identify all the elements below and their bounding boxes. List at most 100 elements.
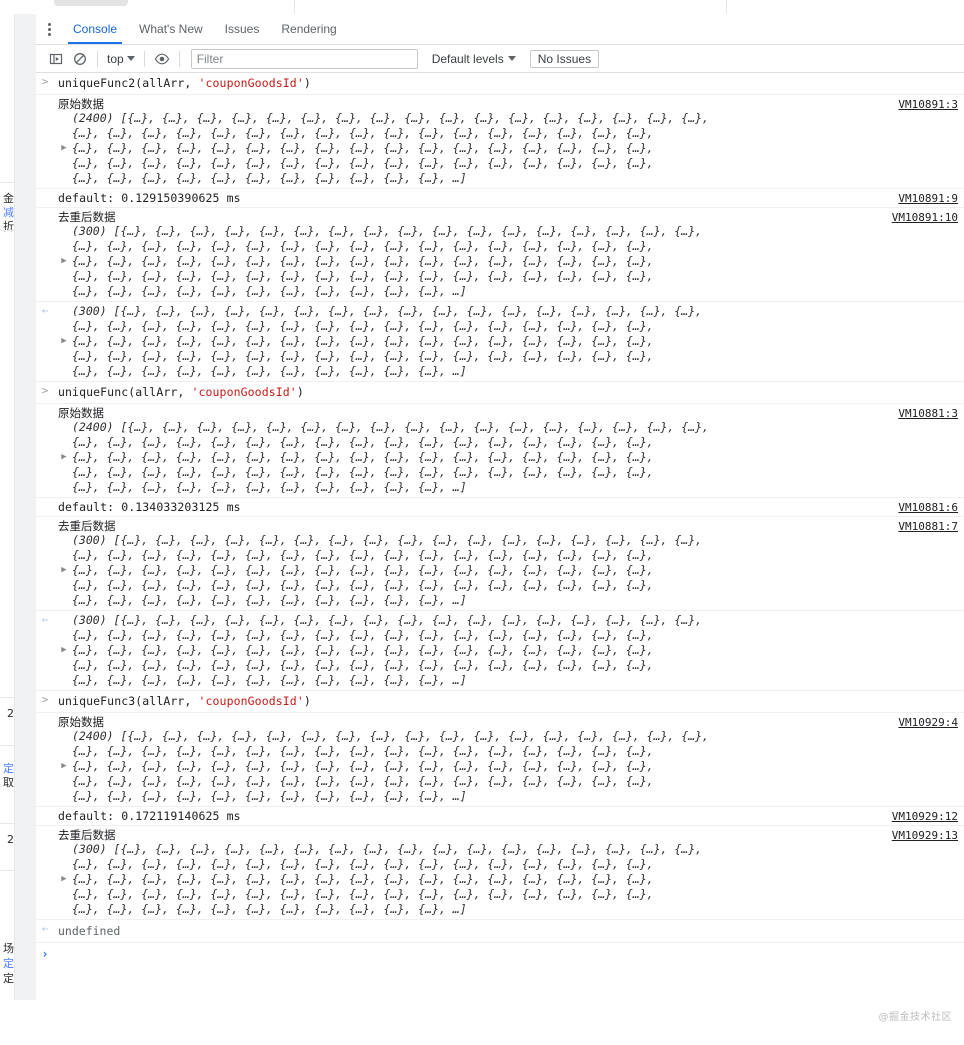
result-arrow-icon: ←	[41, 613, 49, 626]
console-timing-row: default: 0.129150390625 ms VM10891:9	[36, 189, 964, 208]
array-items: {…}, {…}, {…}, {…}, {…}, {…}, {…}, {…}, …	[72, 593, 467, 607]
array-preview-line: {…}, {…}, {…}, {…}, {…}, {…}, {…}, {…}, …	[58, 269, 958, 284]
array-items: {…}, {…}, {…}, {…}, {…}, {…}, {…}, {…}, …	[127, 420, 709, 434]
source-location-link[interactable]: VM10881:7	[898, 519, 958, 534]
source-location-link[interactable]: VM10881:3	[898, 406, 958, 421]
array-items: {…}, {…}, {…}, {…}, {…}, {…}, {…}, {…}, …	[72, 126, 654, 140]
console-output[interactable]: > uniqueFunc2(allArr, 'couponGoodsId') 原始数…	[36, 73, 964, 1045]
array-preview-line: {…}, {…}, {…}, {…}, {…}, {…}, {…}, {…}, …	[58, 789, 958, 804]
underlying-text-fragment: 定	[3, 957, 14, 970]
console-input-row: > uniqueFunc3(allArr, 'couponGoodsId')	[36, 691, 964, 713]
console-log-row: 去重后数据 (300) [{…}, {…}, {…}, {…}, {…}, {…}…	[36, 208, 964, 302]
array-items: {…}, {…}, {…}, {…}, {…}, {…}, {…}, {…}, …	[72, 789, 467, 803]
array-preview-line: {…}, {…}, {…}, {…}, {…}, {…}, {…}, {…}, …	[58, 171, 958, 186]
source-location-link[interactable]: VM10929:13	[892, 828, 958, 843]
array-items: {…}, {…}, {…}, {…}, {…}, {…}, {…}, {…}, …	[72, 284, 467, 298]
chevron-down-icon	[507, 56, 516, 61]
array-preview-line: {…}, {…}, {…}, {…}, {…}, {…}, {…}, {…}, …	[58, 349, 958, 364]
more-tools-kebab-icon[interactable]	[36, 14, 62, 44]
source-location-link[interactable]: VM10929:12	[892, 809, 958, 824]
execution-context-selector[interactable]: top	[103, 52, 139, 66]
array-items: {…}, {…}, {…}, {…}, {…}, {…}, {…}, {…}, …	[72, 902, 467, 916]
array-items: {…}, {…}, {…}, {…}, {…}, {…}, {…}, {…}, …	[72, 171, 467, 185]
console-result-value: undefined	[58, 924, 121, 938]
live-expression-eye-icon[interactable]	[150, 48, 174, 70]
tab-whats-new-label: What's New	[139, 22, 203, 36]
console-prompt-row[interactable]: ›	[36, 943, 964, 967]
underlying-divider	[0, 870, 14, 871]
tab-whats-new[interactable]: What's New	[128, 14, 214, 44]
array-items: {…}, {…}, {…}, {…}, {…}, {…}, {…}, {…}, …	[72, 254, 654, 268]
clear-console-icon[interactable]	[68, 48, 92, 70]
expand-array-triangle-icon[interactable]: ▶	[58, 334, 70, 349]
array-preview-line: {…}, {…}, {…}, {…}, {…}, {…}, {…}, {…}, …	[58, 643, 958, 658]
array-preview[interactable]: (300) [{…}, {…}, {…}, {…}, {…}, {…}, {…}…	[58, 224, 958, 299]
console-log-label: 原始数据	[58, 715, 104, 729]
array-items: {…}, {…}, {…}, {…}, {…}, {…}, {…}, {…}, …	[72, 759, 654, 773]
source-location-link[interactable]: VM10891:3	[898, 97, 958, 112]
expand-array-triangle-icon[interactable]: ▶	[58, 759, 70, 774]
array-preview-line: {…}, {…}, {…}, {…}, {…}, {…}, {…}, {…}, …	[58, 673, 958, 688]
tab-console-label: Console	[73, 22, 118, 36]
array-preview[interactable]: (2400) [{…}, {…}, {…}, {…}, {…}, {…}, {……	[58, 111, 958, 186]
devtools-tabbar: Console What's New Issues Rendering	[36, 14, 964, 45]
array-items: {…}, {…}, {…}, {…}, {…}, {…}, {…}, {…}, …	[72, 673, 467, 687]
expand-array-triangle-icon[interactable]: ▶	[58, 450, 70, 465]
expand-array-triangle-icon[interactable]: ▶	[58, 563, 70, 578]
underlying-page-strip: 金减折2定取2场定定	[0, 0, 36, 1045]
array-preview[interactable]: (2400) [{…}, {…}, {…}, {…}, {…}, {…}, {……	[58, 729, 958, 804]
array-preview[interactable]: (300) [{…}, {…}, {…}, {…}, {…}, {…}, {…}…	[58, 304, 958, 379]
source-location-link[interactable]: VM10881:6	[898, 500, 958, 515]
array-preview-line: {…}, {…}, {…}, {…}, {…}, {…}, {…}, {…}, …	[58, 759, 958, 774]
array-preview-line: (300) [{…}, {…}, {…}, {…}, {…}, {…}, {…}…	[58, 613, 958, 628]
command-string-literal: 'couponGoodsId'	[191, 385, 297, 399]
array-items: {…}, {…}, {…}, {…}, {…}, {…}, {…}, {…}, …	[72, 872, 654, 886]
array-preview-line: {…}, {…}, {…}, {…}, {…}, {…}, {…}, {…}, …	[58, 658, 958, 673]
console-input-content: uniqueFunc2(allArr, 'couponGoodsId')	[58, 76, 958, 91]
array-preview[interactable]: (300) [{…}, {…}, {…}, {…}, {…}, {…}, {…}…	[58, 842, 958, 917]
array-preview[interactable]: (2400) [{…}, {…}, {…}, {…}, {…}, {…}, {……	[58, 420, 958, 495]
array-preview-line: {…}, {…}, {…}, {…}, {…}, {…}, {…}, {…}, …	[58, 156, 958, 171]
underlying-divider	[0, 823, 14, 824]
console-prompt-caret-icon: ›	[41, 947, 49, 961]
array-preview-line: {…}, {…}, {…}, {…}, {…}, {…}, {…}, {…}, …	[58, 239, 958, 254]
source-location-link[interactable]: VM10891:9	[898, 191, 958, 206]
tab-rendering[interactable]: Rendering	[270, 14, 347, 44]
tab-issues-label: Issues	[224, 22, 260, 36]
console-filter-input[interactable]	[190, 48, 418, 69]
tab-issues[interactable]: Issues	[214, 14, 271, 44]
console-timing-text: default: 0.134033203125 ms	[58, 500, 241, 514]
log-level-selector[interactable]: Default levels	[428, 52, 520, 66]
console-input-row: > uniqueFunc(allArr, 'couponGoodsId')	[36, 382, 964, 404]
array-preview-line: {…}, {…}, {…}, {…}, {…}, {…}, {…}, {…}, …	[58, 857, 958, 872]
source-location-link[interactable]: VM10929:4	[898, 715, 958, 730]
console-command: uniqueFunc(allArr, 'couponGoodsId')	[58, 385, 304, 399]
devtools-top-clipped-strip	[36, 0, 964, 15]
expand-array-triangle-icon[interactable]: ▶	[58, 643, 70, 658]
console-log-row: 原始数据 (2400) [{…}, {…}, {…}, {…}, {…}, {…}…	[36, 95, 964, 189]
expand-array-triangle-icon[interactable]: ▶	[58, 254, 70, 269]
console-result-row: ← undefined	[36, 920, 964, 943]
browser-tab-chip	[54, 0, 128, 6]
array-items: {…}, {…}, {…}, {…}, {…}, {…}, {…}, {…}, …	[72, 548, 654, 562]
array-items: {…}, {…}, {…}, {…}, {…}, {…}, {…}, {…}, …	[72, 643, 654, 657]
array-length: (2400) [	[72, 420, 128, 434]
array-items: {…}, {…}, {…}, {…}, {…}, {…}, {…}, {…}, …	[127, 729, 709, 743]
issues-button[interactable]: No Issues	[529, 49, 600, 68]
array-items: {…}, {…}, {…}, {…}, {…}, {…}, {…}, {…}, …	[120, 224, 703, 238]
console-timing-row: default: 0.172119140625 ms VM10929:12	[36, 807, 964, 826]
array-preview-line: (2400) [{…}, {…}, {…}, {…}, {…}, {…}, {……	[58, 420, 958, 435]
array-preview-line: {…}, {…}, {…}, {…}, {…}, {…}, {…}, {…}, …	[58, 578, 958, 593]
array-items: {…}, {…}, {…}, {…}, {…}, {…}, {…}, {…}, …	[72, 628, 654, 642]
kebab-dots	[47, 22, 51, 36]
array-preview[interactable]: (300) [{…}, {…}, {…}, {…}, {…}, {…}, {…}…	[58, 613, 958, 688]
array-length: (2400) [	[72, 111, 128, 125]
console-sidebar-toggle-icon[interactable]	[44, 48, 68, 70]
expand-array-triangle-icon[interactable]: ▶	[58, 141, 70, 156]
expand-array-triangle-icon[interactable]: ▶	[58, 872, 70, 887]
source-location-link[interactable]: VM10891:10	[892, 210, 958, 225]
array-preview[interactable]: (300) [{…}, {…}, {…}, {…}, {…}, {…}, {…}…	[58, 533, 958, 608]
console-log-row: 原始数据 (2400) [{…}, {…}, {…}, {…}, {…}, {…}…	[36, 404, 964, 498]
tab-console[interactable]: Console	[62, 14, 128, 44]
array-preview-line: {…}, {…}, {…}, {…}, {…}, {…}, {…}, {…}, …	[58, 744, 958, 759]
